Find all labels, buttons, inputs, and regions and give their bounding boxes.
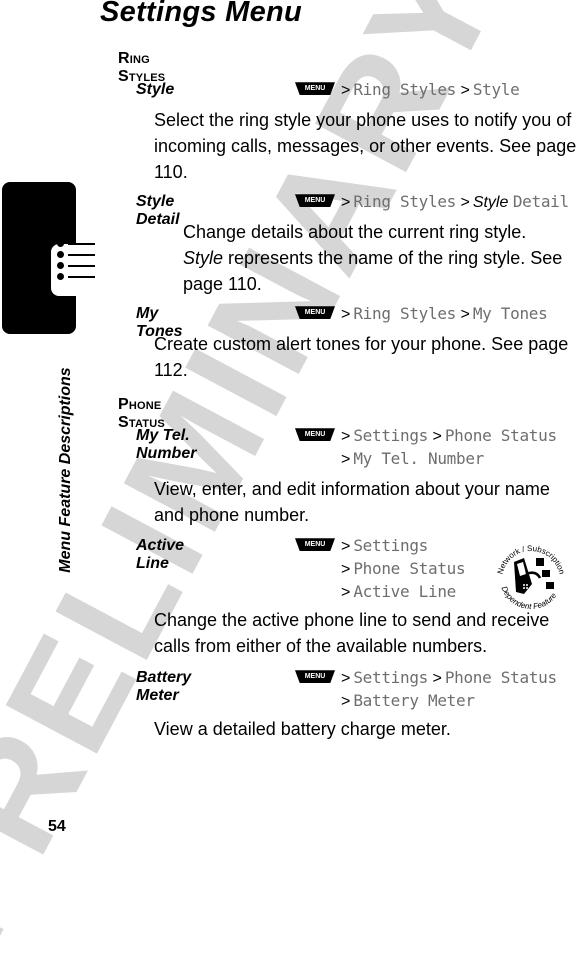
crumb: Settings <box>353 668 429 687</box>
item-label-style: Style <box>136 81 175 98</box>
menu-path-my-tones: MENU > Ring Styles > My Tones <box>295 303 548 326</box>
item-description-my-tel-number: View, enter, and edit information about … <box>154 479 550 525</box>
chapter-side-label: Menu Feature Descriptions <box>57 367 74 573</box>
item-description-style-detail: Change details about the current ring st… <box>183 219 579 297</box>
item-description-active-line: Change the active phone line to send and… <box>154 610 550 656</box>
crumb: Ring Styles <box>353 80 457 99</box>
menu-key-icon: MENU <box>295 82 335 96</box>
description-line: Change details about the current ring st… <box>183 222 527 242</box>
description-rest: represents the name of the ring style. S… <box>183 248 563 294</box>
menu-key-icon: MENU <box>295 428 335 442</box>
section-tab-icon <box>2 182 101 334</box>
network-subscription-dependent-feature-icon: Network / Subscription Dependent Feature <box>496 544 567 610</box>
menu-key-icon: MENU <box>295 670 335 684</box>
crumb: My Tones <box>472 304 548 323</box>
menu-key-icon: MENU <box>295 306 335 320</box>
menu-path-battery-meter: MENU > Settings > Phone Status > Battery Met… <box>295 667 557 713</box>
crumb-italic: Style <box>472 194 509 211</box>
crumb: Ring Styles <box>353 304 457 323</box>
menu-path-style-detail: MENU > Ring Styles > Style Detail <box>295 191 569 214</box>
signal-square <box>542 570 550 577</box>
crumb: Settings <box>353 426 429 445</box>
crumb: Settings <box>353 536 429 555</box>
menu-key-icon: MENU <box>295 538 335 552</box>
badge-text-top: Network / Subscription <box>496 544 567 575</box>
item-label-active-line: Active Line <box>136 537 185 572</box>
crumb: My Tel. Number <box>353 449 485 468</box>
crumb: Detail <box>512 192 569 211</box>
item-description-my-tones: Create custom alert tones for your phone… <box>154 334 569 380</box>
menu-path-style: MENU > Ring Styles > Style <box>295 79 520 102</box>
crumb: Phone Status <box>444 426 557 445</box>
menu-path-my-tel-number: MENU > Settings > Phone Status > My Tel. Num… <box>295 425 557 471</box>
item-label-style-detail: Style Detail <box>136 193 180 228</box>
item-description-battery-meter: View a detailed battery charge meter. <box>154 719 451 739</box>
page-number: 54 <box>48 818 66 835</box>
menu-key-icon: MENU <box>295 194 335 208</box>
menu-path-active-line: MENU > Settings > Phone Status > Active Line <box>295 535 466 604</box>
item-label-battery-meter: Battery Meter <box>136 669 192 704</box>
crumb: Style <box>472 80 520 99</box>
crumb: Phone Status <box>353 559 466 578</box>
crumb: Ring Styles <box>353 192 457 211</box>
crumb: Phone Status <box>444 668 557 687</box>
signal-square <box>536 558 544 566</box>
item-description-style: Select the ring style your phone uses to… <box>154 110 577 182</box>
page-title: Settings Menu <box>100 0 303 28</box>
signal-square <box>546 582 554 589</box>
crumb: Active Line <box>353 582 457 601</box>
item-label-my-tel-number: My Tel. Number <box>136 427 197 462</box>
crumb: Battery Meter <box>353 691 475 710</box>
description-italic: Style <box>183 248 224 268</box>
